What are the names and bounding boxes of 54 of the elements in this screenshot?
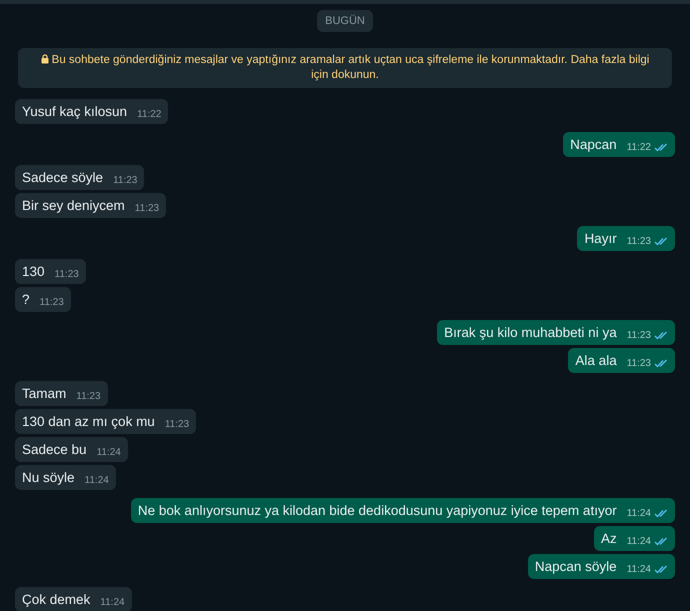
message-text: Sadece bu: [22, 441, 87, 459]
message-text: Napcan söyle: [534, 558, 617, 576]
message-bubble[interactable]: Az 11:24: [594, 526, 675, 551]
message-text: Yusuf kaç kılosun: [22, 103, 128, 121]
message-bubble[interactable]: Nu söyle 11:24: [15, 465, 116, 490]
message-time: 11:22: [626, 141, 651, 155]
message-bubble[interactable]: Napcan 11:22: [563, 132, 675, 157]
encryption-notice[interactable]: Bu sohbete gönderdiğiniz mesajlar ve yaptığınız aramalar artık uçtan uca şifreleme ile korunmaktadır. Daha fazla bilgi için dokunun.: [18, 48, 672, 88]
message-bubble[interactable]: Tamam 11:23: [15, 381, 108, 406]
message-time: 11:24: [626, 507, 651, 521]
message-text: Bir sey deniycem: [22, 197, 125, 215]
message-time: 11:23: [626, 357, 651, 371]
message-time: 11:23: [40, 296, 64, 310]
message-bubble[interactable]: Sadece söyle 11:23: [15, 165, 144, 190]
message-text: ?: [22, 291, 30, 309]
message-text: Ala ala: [575, 352, 617, 370]
message-time: 11:24: [96, 446, 121, 460]
message-text: 130 dan az mı çok mu: [22, 413, 155, 431]
message-bubble[interactable]: ? 11:23: [15, 287, 71, 312]
message-time: 11:24: [84, 474, 109, 488]
message-text: Çok demek: [22, 591, 90, 609]
message-bubble[interactable]: Sadece bu 11:24: [15, 437, 128, 462]
message-text: Az: [600, 530, 617, 548]
message-bubble[interactable]: Yusuf kaç kılosun 11:22: [15, 99, 168, 124]
message-time: 11:24: [626, 535, 651, 549]
message-bubble[interactable]: Ne bok anlıyorsunuz ya kilodan bide dedikodusunu yapiyonuz iyice tepem atıyor 11:24: [130, 498, 675, 523]
message-time: 11:23: [134, 202, 160, 216]
message-text: 130: [22, 263, 45, 281]
message-text: Sadece söyle: [22, 169, 104, 187]
message-bubble[interactable]: 130 dan az mı çok mu 11:23: [15, 409, 196, 434]
message-text: Hayır: [584, 230, 617, 248]
message-bubble[interactable]: Napcan söyle 11:24: [528, 554, 675, 579]
message-text: Nu söyle: [22, 469, 75, 487]
message-bubble[interactable]: Bırak şu kilo muhabbeti ni ya 11:23: [437, 320, 675, 345]
message-bubble[interactable]: Çok demek 11:24: [15, 587, 132, 611]
message-time: 11:23: [76, 390, 101, 404]
message-bubble[interactable]: Ala ala 11:23: [568, 348, 675, 373]
lock-icon: [40, 54, 49, 64]
message-text: Bırak şu kilo muhabbeti ni ya: [444, 324, 617, 342]
message-bubble[interactable]: 130 11:23: [15, 259, 86, 284]
date-chip: BUGÜN: [317, 10, 373, 32]
message-time: 11:23: [626, 329, 651, 343]
message-time: 11:23: [626, 235, 651, 249]
message-bubble[interactable]: Bir sey deniycem 11:23: [15, 193, 166, 218]
message-time: 11:24: [626, 563, 651, 577]
message-text: Napcan: [570, 136, 617, 154]
message-time: 11:23: [54, 268, 79, 282]
message-text: Tamam: [22, 385, 66, 403]
message-text: Ne bok anlıyorsunuz ya kilodan bide dedikodusunu yapiyonuz iyice tepem atıyor: [138, 502, 617, 520]
message-time: 11:23: [164, 418, 190, 432]
message-time: 11:22: [137, 108, 162, 122]
message-time: 11:23: [113, 174, 138, 188]
message-time: 11:24: [100, 596, 125, 610]
message-bubble[interactable]: Hayır 11:23: [577, 226, 675, 251]
